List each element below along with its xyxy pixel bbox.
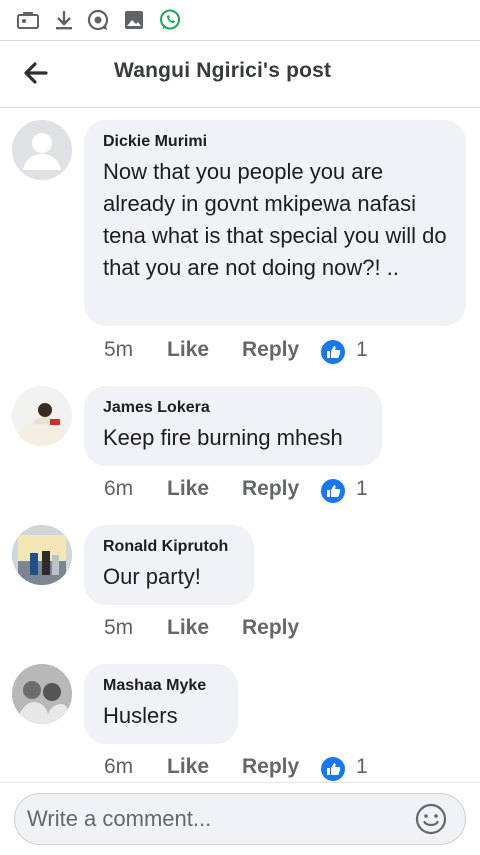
comment-composer <box>0 782 480 855</box>
person-silhouette-icon <box>12 120 72 180</box>
like-button[interactable]: Like <box>167 338 209 362</box>
comment-text: Our party! <box>103 564 201 589</box>
reply-button[interactable]: Reply <box>242 755 299 779</box>
profile-photo-avatar[interactable] <box>12 386 72 446</box>
comment-time: 5m <box>104 338 134 361</box>
reaction-count: 1 <box>356 755 368 778</box>
page-title: Wangui Ngirici's post <box>114 59 332 82</box>
like-button[interactable]: Like <box>167 616 209 640</box>
app-bar: Wangui Ngirici's post <box>0 41 480 108</box>
comment-bubble[interactable]: Ronald Kiprutoh Our party! <box>84 525 254 605</box>
download-icon <box>56 11 72 30</box>
comment-time: 6m <box>104 755 134 778</box>
like-reaction-icon[interactable] <box>320 339 346 365</box>
comment-time: 6m <box>104 477 134 500</box>
status-bar <box>0 0 480 41</box>
comment-author[interactable]: James Lokera <box>103 398 364 418</box>
like-button[interactable]: Like <box>167 755 209 779</box>
profile-photo <box>12 664 72 724</box>
comment-author[interactable]: Mashaa Myke <box>103 676 220 696</box>
reply-button[interactable]: Reply <box>242 338 299 362</box>
profile-photo-avatar[interactable] <box>12 664 72 724</box>
comment-text: Now that you people you are already in g… <box>103 159 447 280</box>
comment-input[interactable] <box>14 793 466 845</box>
comment-bubble[interactable]: James Lokera Keep fire burning mhesh <box>84 386 382 466</box>
comment-author[interactable]: Ronald Kiprutoh <box>103 537 236 557</box>
reaction-count: 1 <box>356 338 368 361</box>
like-reaction-icon[interactable] <box>320 478 346 504</box>
like-reaction-icon[interactable] <box>320 756 346 782</box>
comment-text: Huslers <box>103 703 178 728</box>
photo-sync-icon <box>87 9 109 31</box>
comment-text: Keep fire burning mhesh <box>103 425 343 450</box>
profile-photo <box>12 386 72 446</box>
reaction-count: 1 <box>356 477 368 500</box>
reply-button[interactable]: Reply <box>242 616 299 640</box>
profile-photo <box>12 525 72 585</box>
comment-time: 5m <box>104 616 134 639</box>
whatsapp-icon <box>160 9 180 30</box>
smiley-face-icon[interactable] <box>414 802 448 836</box>
comment-bubble[interactable]: Dickie Murimi Now that you people you ar… <box>84 120 466 326</box>
gallery-icon <box>125 11 143 29</box>
reply-button[interactable]: Reply <box>242 477 299 501</box>
like-button[interactable]: Like <box>167 477 209 501</box>
briefcase-notification-icon <box>17 12 39 29</box>
back-arrow-icon[interactable] <box>18 55 54 91</box>
comment-author[interactable]: Dickie Murimi <box>103 132 448 152</box>
profile-photo-avatar[interactable] <box>12 525 72 585</box>
comment-bubble[interactable]: Mashaa Myke Huslers <box>84 664 238 744</box>
default-profile-avatar[interactable] <box>12 120 72 180</box>
